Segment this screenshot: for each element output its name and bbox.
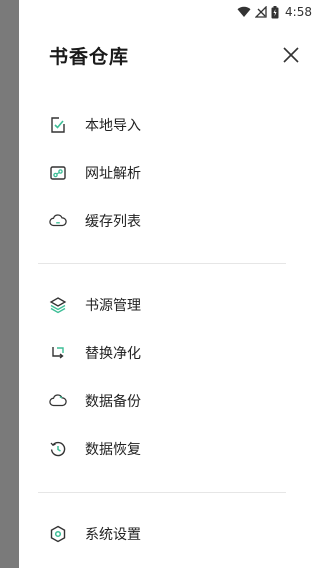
- menu-item-data-restore[interactable]: 数据恢复: [49, 434, 299, 464]
- url-parse-icon: [49, 164, 67, 182]
- drawer-header: 书香仓库: [19, 36, 320, 76]
- status-bar: 4:58: [38, 0, 320, 24]
- menu-label: 数据恢复: [85, 442, 141, 458]
- menu-item-url-parse[interactable]: 网址解析: [49, 158, 299, 188]
- menu-item-data-backup[interactable]: 数据备份: [49, 386, 299, 416]
- wifi-icon: [237, 6, 251, 18]
- local-import-icon: [49, 116, 67, 134]
- menu-label: 本地导入: [85, 118, 141, 134]
- menu-item-book-source[interactable]: 书源管理: [49, 290, 299, 320]
- menu-label: 网址解析: [85, 166, 141, 182]
- settings-hexagon-icon: [49, 525, 67, 543]
- menu-item-cache-list[interactable]: 缓存列表: [49, 206, 299, 236]
- menu-label: 书源管理: [85, 298, 141, 314]
- drawer-title: 书香仓库: [49, 46, 130, 68]
- cache-cloud-icon: [49, 212, 67, 230]
- restore-clock-icon: [49, 440, 67, 458]
- menu-item-local-import[interactable]: 本地导入: [49, 110, 299, 140]
- replace-icon: [49, 344, 67, 362]
- no-signal-icon: [255, 6, 267, 18]
- navigation-drawer: 4:58 书香仓库 本地导入 网址解析 缓存列表 书源管理 替换净化 数据备份 …: [19, 0, 320, 568]
- menu-label: 数据备份: [85, 394, 141, 410]
- menu-item-system-settings[interactable]: 系统设置: [49, 519, 299, 549]
- menu-label: 替换净化: [85, 346, 141, 362]
- app-screen: 4:58 书香仓库 本地导入 网址解析 缓存列表 书源管理 替换净化 数据备份 …: [0, 0, 320, 568]
- menu-label: 系统设置: [85, 527, 141, 543]
- status-time: 4:58: [285, 5, 312, 19]
- close-icon[interactable]: [280, 44, 302, 66]
- divider: [38, 263, 286, 264]
- divider: [38, 492, 286, 493]
- drawer-scrim[interactable]: [0, 0, 19, 568]
- battery-icon: [271, 5, 279, 19]
- backup-cloud-icon: [49, 392, 67, 410]
- menu-item-replace-purify[interactable]: 替换净化: [49, 338, 299, 368]
- layers-icon: [49, 296, 67, 314]
- menu-label: 缓存列表: [85, 214, 141, 230]
